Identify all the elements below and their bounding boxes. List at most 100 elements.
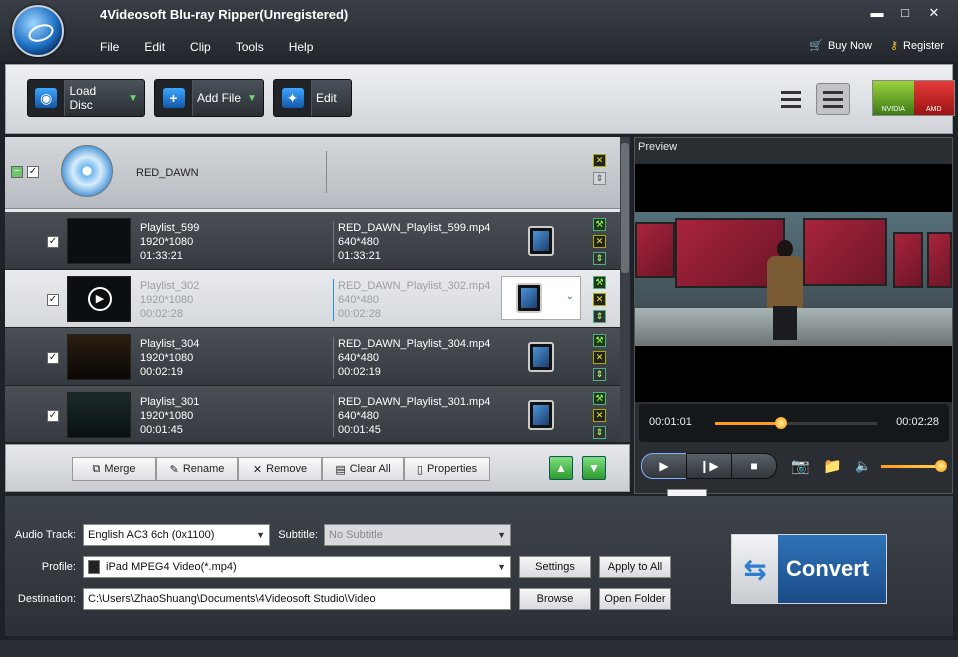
camera-icon[interactable]: 📷 <box>791 457 810 475</box>
wrench-icon[interactable]: ⚒ <box>593 276 606 289</box>
menu-tools[interactable]: Tools <box>236 40 264 54</box>
close-button[interactable]: ✕ <box>925 6 943 22</box>
key-icon: ⚷ <box>889 40 899 52</box>
menu-clip[interactable]: Clip <box>190 40 211 54</box>
ipad-device-icon[interactable] <box>528 226 554 256</box>
subtitle-select[interactable]: No Subtitle ▼ <box>324 524 511 546</box>
progress-knob[interactable] <box>775 417 788 429</box>
audio-track-select[interactable]: English AC3 6ch (0x1100) ▼ <box>83 524 270 546</box>
row-checkbox[interactable]: ✓ <box>47 294 59 306</box>
menu-edit[interactable]: Edit <box>144 40 165 54</box>
table-row[interactable]: ✓ Playlist_304 1920*1080 00:02:19 RED_DAWN… <box>5 328 620 386</box>
expand-icon[interactable]: ⇕ <box>593 368 606 381</box>
volume-knob[interactable] <box>935 460 947 472</box>
delete-icon[interactable]: ✕ <box>593 409 606 422</box>
play-icon[interactable]: ▶ <box>88 287 112 311</box>
stop-button[interactable]: ■ <box>731 453 777 479</box>
disc-checkbox[interactable]: ✓ <box>27 166 39 178</box>
scroll-thumb[interactable] <box>621 143 629 273</box>
profile-label: Profile: <box>41 561 76 573</box>
wrench-icon[interactable]: ⚒ <box>593 392 606 405</box>
ipad-device-icon[interactable] <box>528 342 554 372</box>
register-link[interactable]: ⚷ Register <box>890 39 944 52</box>
menu-help[interactable]: Help <box>289 40 314 54</box>
play-button[interactable]: ▶ <box>641 453 687 479</box>
profile-dropdown[interactable]: ⌄ <box>501 276 581 320</box>
menu-file[interactable]: File <box>100 40 119 54</box>
output-filename: RED_DAWN_Playlist_302.mp4 <box>338 280 491 292</box>
remove-button[interactable]: ✕ Remove <box>238 457 322 481</box>
progress-fill <box>715 422 782 425</box>
volume-slider[interactable] <box>881 465 943 468</box>
dropdown-arrow-icon[interactable]: ▼ <box>128 93 138 104</box>
output-duration: 00:02:19 <box>338 366 381 378</box>
video-thumbnail <box>67 392 131 438</box>
table-row[interactable]: ✓ ▶ Playlist_302 1920*1080 00:02:28 RED_DA… <box>5 270 620 328</box>
current-time: 00:01:01 <box>649 416 692 428</box>
profile-select[interactable]: iPad MPEG4 Video(*.mp4) ▼ <box>83 556 511 578</box>
output-filename: RED_DAWN_Playlist_301.mp4 <box>338 396 491 408</box>
wrench-icon[interactable]: ⚒ <box>593 218 606 231</box>
move-down-button[interactable]: ▼ <box>582 456 606 480</box>
title-bar: 4Videosoft Blu-ray Ripper(Unregistered) … <box>0 0 958 62</box>
source-title: Playlist_302 <box>140 280 200 292</box>
destination-input[interactable]: C:\Users\ZhaoShuang\Documents\4Videosoft… <box>83 588 511 610</box>
properties-button[interactable]: ▯ Properties <box>404 457 490 481</box>
total-time: 00:02:28 <box>896 416 939 428</box>
list-scrollbar[interactable] <box>620 137 630 442</box>
load-disc-button[interactable]: ◉ Load Disc ▼ <box>27 79 145 117</box>
maximize-button[interactable]: □ <box>896 6 914 22</box>
convert-button[interactable]: ⇆ Convert <box>731 534 887 604</box>
video-preview-screen[interactable] <box>635 164 952 402</box>
source-duration: 00:02:19 <box>140 366 183 378</box>
collapse-toggle[interactable]: − <box>11 166 23 178</box>
player-controls: ▶ ❙▶ ■ 📷 📁 🔈 <box>639 453 949 483</box>
edit-icon: ✦ <box>274 80 312 116</box>
step-forward-icon: ❙▶ <box>699 459 719 473</box>
minimize-button[interactable]: ▬ <box>868 6 886 22</box>
settings-button[interactable]: Settings <box>519 556 591 578</box>
source-duration: 00:02:28 <box>140 308 183 320</box>
ipad-icon <box>88 560 100 574</box>
browse-button[interactable]: Browse <box>519 588 591 610</box>
output-resolution: 640*480 <box>338 410 379 422</box>
wrench-icon[interactable]: ⚒ <box>593 334 606 347</box>
row-checkbox[interactable]: ✓ <box>47 410 59 422</box>
add-file-button[interactable]: + Add File ▼ <box>154 79 264 117</box>
expand-icon[interactable]: ⇕ <box>593 310 606 323</box>
delete-icon[interactable]: ✕ <box>593 235 606 248</box>
account-links: 🛒 Buy Now ⚷ Register <box>809 39 944 52</box>
merge-button[interactable]: ⧉ Merge <box>72 457 156 481</box>
ipad-device-icon[interactable] <box>528 400 554 430</box>
volume-icon[interactable]: 🔈 <box>855 458 871 474</box>
row-checkbox[interactable]: ✓ <box>47 352 59 364</box>
subtitle-label: Subtitle: <box>278 529 318 541</box>
table-row[interactable]: ✓ Playlist_599 1920*1080 01:33:21 RED_DAWN… <box>5 212 620 270</box>
divider <box>326 151 327 193</box>
step-forward-button[interactable]: ❙▶ <box>686 453 732 479</box>
folder-icon[interactable]: 📁 <box>823 457 842 475</box>
delete-icon[interactable]: ✕ <box>593 293 606 306</box>
buy-now-link[interactable]: 🛒 Buy Now <box>809 39 872 52</box>
disc-row[interactable]: − ✓ RED_DAWN ✕ ⇕ <box>5 137 620 209</box>
move-up-button[interactable]: ▲ <box>549 456 573 480</box>
apply-to-all-button[interactable]: Apply to All <box>599 556 671 578</box>
rename-button[interactable]: ✎ Rename <box>156 457 238 481</box>
detail-view-button[interactable] <box>816 83 850 115</box>
edit-button[interactable]: ✦ Edit <box>273 79 352 117</box>
delete-icon[interactable]: ✕ <box>593 351 606 364</box>
expand-icon[interactable]: ⇕ <box>593 426 606 439</box>
open-folder-button[interactable]: Open Folder <box>599 588 671 610</box>
expand-icon[interactable]: ⇕ <box>593 172 606 185</box>
expand-icon[interactable]: ⇕ <box>593 252 606 265</box>
list-view-button[interactable] <box>774 83 808 115</box>
dropdown-arrow-icon[interactable]: ▼ <box>247 93 257 104</box>
table-row[interactable]: ✓ Playlist_301 1920*1080 00:01:45 RED_DAWN… <box>5 386 620 442</box>
cart-icon: 🛒 <box>809 40 823 52</box>
row-checkbox[interactable]: ✓ <box>47 236 59 248</box>
playback-timeline: 00:01:01 00:02:28 <box>639 404 949 442</box>
clear-all-button[interactable]: ▤ Clear All <box>322 457 404 481</box>
output-resolution: 640*480 <box>338 294 379 306</box>
progress-track[interactable] <box>715 422 877 425</box>
delete-icon[interactable]: ✕ <box>593 154 606 167</box>
